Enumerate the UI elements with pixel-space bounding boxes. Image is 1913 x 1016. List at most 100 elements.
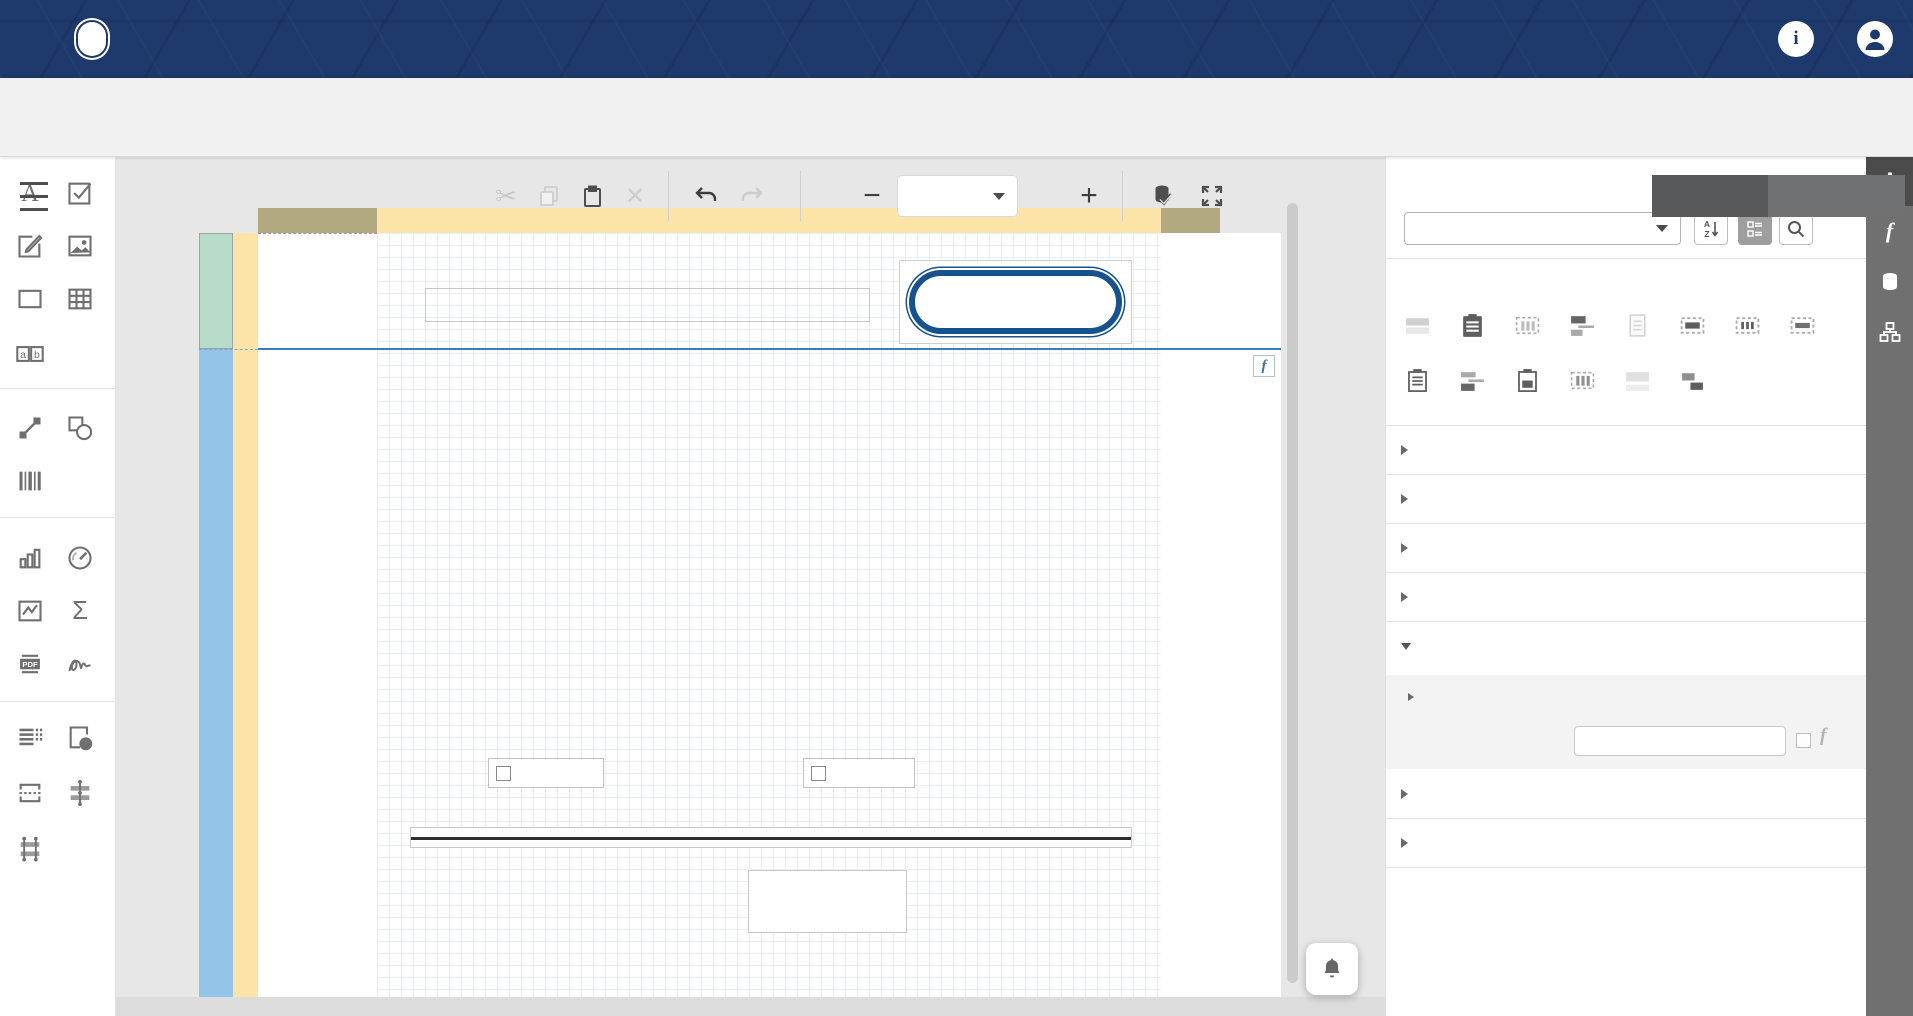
properties-panel: A Z f (1385, 157, 1867, 1016)
band-columns-header[interactable] (1514, 312, 1541, 339)
band-page-footer-block[interactable] (1514, 367, 1541, 394)
chart-tool[interactable] (13, 541, 47, 575)
column-chart-icon (19, 548, 41, 569)
sparkline-tool[interactable] (13, 594, 47, 628)
anhang-input[interactable] (1574, 726, 1786, 756)
user-icon (1865, 29, 1885, 50)
copy-glyph (540, 186, 558, 206)
paste-icon[interactable] (570, 174, 614, 218)
redo-icon[interactable] (730, 174, 774, 218)
band-data-columns[interactable] (1734, 312, 1761, 339)
report-text-component[interactable] (425, 288, 870, 322)
rectangle-tool[interactable] (13, 282, 47, 316)
report-tree-rail-tab[interactable] (1866, 307, 1913, 356)
signature-tool[interactable] (63, 647, 97, 681)
sort-az-icon: A Z (1704, 219, 1719, 239)
band-group-footer[interactable] (1459, 367, 1486, 394)
chevron-right-icon (1401, 494, 1408, 504)
section-detail-tasks[interactable] (1386, 426, 1867, 474)
line-tool[interactable] (13, 411, 47, 445)
band-child[interactable] (1679, 367, 1706, 394)
data-list-tool[interactable] (13, 721, 47, 755)
section-daten[interactable] (1386, 622, 1867, 670)
section-verhalten[interactable] (1386, 573, 1867, 621)
distribute-icon (70, 780, 90, 806)
band-page-header[interactable] (1459, 312, 1486, 339)
band-label-topmargin[interactable] (199, 233, 233, 349)
band-data[interactable] (1679, 312, 1706, 339)
section-felder-sortieren[interactable] (1386, 673, 1867, 721)
info-icon: i (1793, 28, 1799, 49)
report-table-component[interactable] (419, 407, 1060, 433)
vorschau-tab[interactable] (1768, 175, 1905, 217)
vertical-scrollbar[interactable] (1287, 203, 1298, 983)
fullscreen-button[interactable] (1190, 174, 1234, 218)
band-columns-footer[interactable] (1569, 367, 1596, 394)
svg-text:a: a (20, 350, 26, 361)
table-icon (68, 288, 92, 310)
zoom-out-button[interactable]: − (850, 174, 894, 218)
datasource-rail-tab[interactable] (1866, 257, 1913, 306)
svg-text:b: b (34, 350, 40, 361)
app-header: i (0, 0, 1913, 78)
svg-text:A: A (1704, 219, 1710, 229)
design-canvas[interactable]: f (116, 157, 1385, 1016)
zoom-in-button[interactable]: + (1067, 174, 1111, 218)
character-comb-tool[interactable]: ab (13, 337, 47, 371)
band-page-light[interactable] (1624, 312, 1651, 339)
horizontal-scrollbar-track[interactable] (116, 997, 1385, 1016)
validate-data-button[interactable] (1142, 174, 1186, 218)
report-checkbox-1[interactable] (488, 758, 604, 788)
notifications-button[interactable] (1306, 943, 1358, 995)
checkbox-tool[interactable] (63, 176, 97, 210)
panel-divider (1386, 258, 1867, 259)
chevron-down-icon (993, 192, 1005, 200)
pdf-tool[interactable]: PDF (13, 647, 47, 681)
user-avatar-button[interactable] (1857, 21, 1893, 57)
copy-icon[interactable] (527, 174, 571, 218)
design-tab[interactable] (1652, 175, 1768, 217)
band-group-header[interactable] (1569, 312, 1596, 339)
undo-icon[interactable] (684, 174, 728, 218)
image-tool[interactable] (63, 229, 97, 263)
band-data-alt[interactable] (1789, 312, 1816, 339)
shapes-tool[interactable] (63, 411, 97, 445)
rich-text-tool[interactable] (13, 229, 47, 263)
rectangle-icon (18, 289, 42, 309)
menu-button[interactable] (12, 174, 56, 218)
distribute-tool[interactable] (63, 776, 97, 810)
band-empty[interactable] (1624, 367, 1651, 394)
band-report-title[interactable] (1404, 312, 1431, 339)
section-stile[interactable] (1386, 475, 1867, 523)
anhang-fx-button[interactable]: f (1820, 725, 1826, 747)
page-info-tool[interactable]: i (63, 721, 97, 755)
svg-text:Σ: Σ (72, 597, 88, 625)
cross-band-tool[interactable] (13, 831, 47, 865)
report-logo-component[interactable] (899, 260, 1132, 344)
band-buttons-row1 (1404, 312, 1816, 339)
band-label-detail-selected[interactable] (199, 349, 233, 997)
info-button[interactable]: i (1778, 21, 1814, 57)
cut-icon[interactable]: ✂ (484, 174, 528, 218)
page-break-tool[interactable] (13, 776, 47, 810)
section-layout[interactable] (1386, 819, 1867, 867)
report-barcode-component[interactable] (748, 870, 907, 933)
signature-icon (68, 659, 91, 672)
table-tool[interactable] (63, 282, 97, 316)
gauge-tool[interactable] (63, 541, 97, 575)
section-erscheinungsbild[interactable] (1386, 524, 1867, 572)
anhang-checkbox[interactable] (1796, 733, 1811, 748)
zoom-level-dropdown[interactable] (897, 175, 1018, 217)
band-fx-button[interactable]: f (1253, 355, 1275, 377)
report-line-component[interactable] (410, 827, 1132, 848)
delete-icon[interactable]: ✕ (613, 174, 657, 218)
database-icon (1882, 272, 1897, 290)
database-check-icon (1155, 185, 1173, 206)
math-formula-tool[interactable]: Σ (63, 594, 97, 628)
component-selector-dropdown[interactable] (1404, 212, 1681, 245)
report-checkbox-2[interactable] (803, 758, 915, 788)
band-separator-line[interactable] (258, 348, 1281, 350)
barcode-tool[interactable] (13, 464, 47, 498)
section-design[interactable] (1386, 770, 1867, 818)
band-page-footer-lines[interactable] (1404, 367, 1431, 394)
